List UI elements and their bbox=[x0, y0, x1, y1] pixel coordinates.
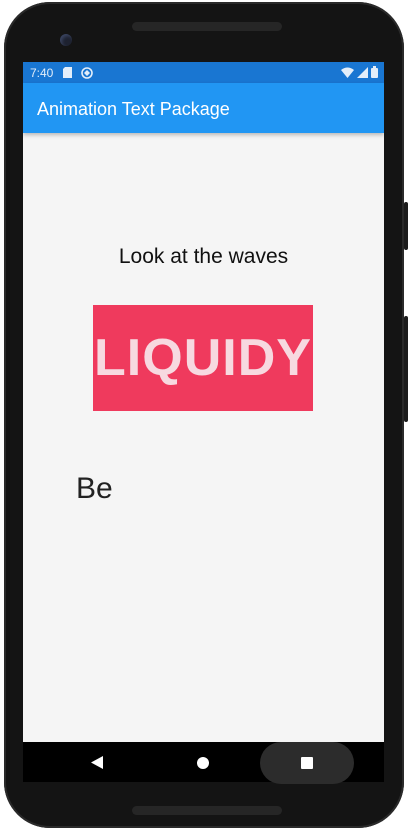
earpiece-speaker bbox=[132, 22, 282, 31]
status-bar: 7:40 bbox=[23, 62, 384, 83]
cell-signal-icon bbox=[357, 66, 368, 81]
volume-button bbox=[404, 316, 408, 422]
liquid-text-box: LIQUIDY bbox=[93, 305, 313, 411]
sd-card-icon bbox=[63, 67, 72, 81]
app-bar: Animation Text Package bbox=[23, 83, 384, 133]
sync-icon bbox=[81, 67, 93, 82]
app-title: Animation Text Package bbox=[37, 99, 230, 119]
typer-animated-text: Be bbox=[76, 472, 113, 505]
screen: 7:40 Animation Text Package Look at the … bbox=[23, 62, 384, 782]
home-icon[interactable] bbox=[197, 757, 209, 769]
front-camera bbox=[60, 34, 72, 46]
back-icon[interactable] bbox=[91, 756, 103, 774]
status-icons bbox=[341, 66, 378, 81]
wave-caption: Look at the waves bbox=[118, 245, 289, 268]
wifi-icon bbox=[341, 67, 354, 81]
status-time: 7:40 bbox=[30, 66, 54, 80]
liquid-animated-text: LIQUIDY bbox=[94, 329, 312, 387]
recents-icon bbox=[301, 757, 313, 769]
battery-icon bbox=[371, 66, 378, 81]
recents-button[interactable] bbox=[260, 742, 354, 784]
bottom-speaker bbox=[132, 806, 282, 815]
power-button bbox=[404, 202, 408, 250]
